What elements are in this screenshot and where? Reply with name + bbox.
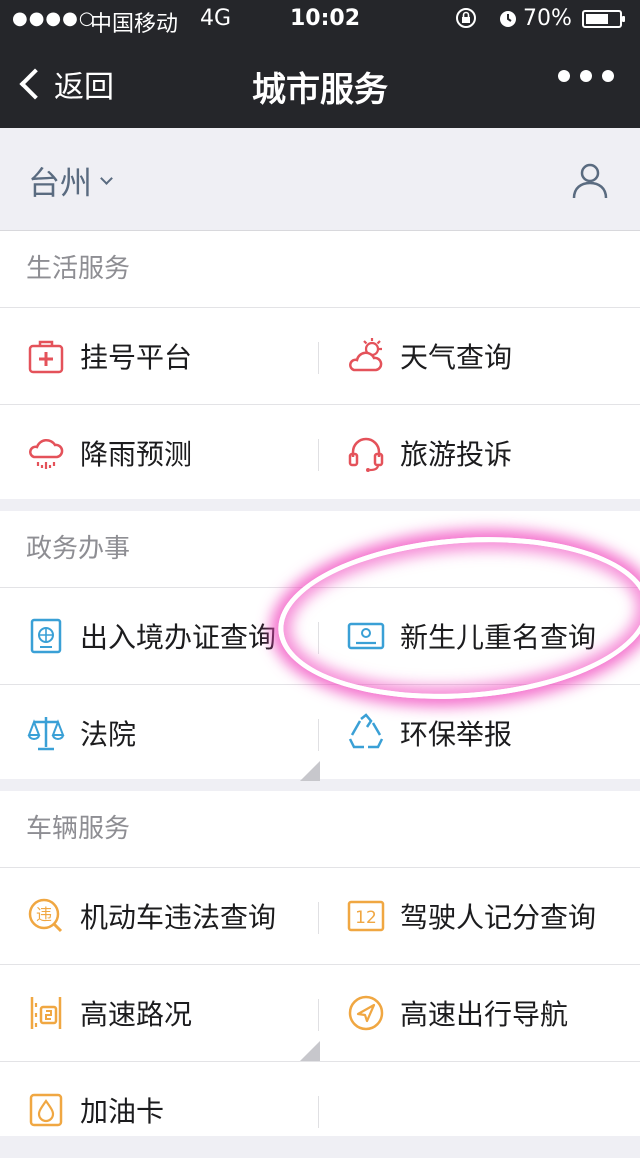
highway-icon <box>30 997 62 1029</box>
service-weather[interactable]: 天气查询 <box>320 308 640 404</box>
service-label: 降雨预测 <box>80 438 193 471</box>
section-government-affairs: 政务办事 出入境办证查询 新生儿重名查询 法院 环保举报 <box>0 511 640 781</box>
service-highway-traffic[interactable]: 高速路况 <box>0 965 320 1061</box>
fuel-card-icon <box>29 1093 63 1127</box>
service-newborn-name-check[interactable]: 新生儿重名查询 <box>320 588 640 684</box>
service-travel-complaint[interactable]: 旅游投诉 <box>320 405 640 501</box>
section-vehicle-services: 车辆服务 违 机动车违法查询 12 驾驶人记分查询 高速路况 高速出行导航 加油… <box>0 791 640 1136</box>
violation-icon: 违 <box>28 898 63 933</box>
service-fuel-card[interactable]: 加油卡 <box>0 1062 320 1158</box>
divider <box>318 1096 319 1128</box>
section-title: 车辆服务 <box>0 791 640 868</box>
rotation-lock-icon <box>456 8 476 28</box>
service-label: 高速路况 <box>80 998 193 1031</box>
battery-percent: 70% <box>523 6 572 31</box>
service-row: 违 机动车违法查询 12 驾驶人记分查询 <box>0 868 640 965</box>
divider <box>318 439 319 471</box>
service-driver-score[interactable]: 12 驾驶人记分查询 <box>320 868 640 964</box>
page-title: 城市服务 <box>252 70 388 110</box>
rain-icon <box>29 438 64 469</box>
chevron-down-icon <box>100 171 113 185</box>
fold-corner <box>300 761 320 781</box>
service-row: 挂号平台 天气查询 <box>0 308 640 405</box>
alarm-icon <box>499 11 516 27</box>
service-label: 天气查询 <box>400 341 513 374</box>
service-environmental-report[interactable]: 环保举报 <box>320 685 640 781</box>
id-card-icon <box>347 622 385 650</box>
hospital-icon <box>28 340 64 374</box>
recycle-icon <box>348 713 384 749</box>
service-label: 驾驶人记分查询 <box>400 901 597 934</box>
city-selector[interactable]: 台州 <box>28 158 113 204</box>
service-label: 高速出行导航 <box>400 998 569 1031</box>
svg-text:违: 违 <box>36 905 52 924</box>
score-icon: 12 <box>347 900 385 932</box>
service-label: 环保举报 <box>400 718 513 751</box>
network-type: 4G <box>200 6 232 31</box>
service-row: 加油卡 <box>0 1062 640 1158</box>
battery-icon <box>582 10 625 28</box>
service-label: 新生儿重名查询 <box>400 621 597 654</box>
status-bar: ●●●●○ 中国移动 4G 10:02 70% <box>0 0 640 40</box>
more-dot-icon <box>602 70 614 82</box>
user-profile-icon[interactable] <box>570 160 610 200</box>
service-row: 法院 环保举报 <box>0 685 640 781</box>
svg-text:12: 12 <box>355 908 377 928</box>
service-vehicle-violation[interactable]: 违 机动车违法查询 <box>0 868 320 964</box>
divider <box>318 342 319 374</box>
service-rain-forecast[interactable]: 降雨预测 <box>0 405 320 501</box>
weather-icon <box>349 338 383 372</box>
service-highway-navigation[interactable]: 高速出行导航 <box>320 965 640 1061</box>
divider <box>318 622 319 654</box>
divider <box>318 999 319 1031</box>
divider <box>318 902 319 934</box>
service-exit-entry-permit[interactable]: 出入境办证查询 <box>0 588 320 684</box>
more-dot-icon <box>558 70 570 82</box>
service-row: 高速路况 高速出行导航 <box>0 965 640 1062</box>
service-label: 旅游投诉 <box>400 438 513 471</box>
section-title: 生活服务 <box>0 231 640 308</box>
city-bar: 台州 <box>0 128 640 231</box>
section-title: 政务办事 <box>0 511 640 588</box>
service-label: 挂号平台 <box>80 341 193 374</box>
service-label: 法院 <box>80 718 137 751</box>
navigation-icon <box>348 995 384 1031</box>
top-bar: ●●●●○ 中国移动 4G 10:02 70% 返回 城市服务 <box>0 0 640 128</box>
signal-strength: ●●●●○ <box>12 8 96 29</box>
navigation-bar: 返回 城市服务 <box>0 40 640 128</box>
status-time: 10:02 <box>290 6 361 31</box>
status-icons <box>455 7 519 29</box>
service-label: 出入境办证查询 <box>80 621 277 654</box>
scales-icon <box>27 717 65 751</box>
city-name: 台州 <box>28 164 93 202</box>
more-button[interactable] <box>558 70 614 82</box>
more-dot-icon <box>580 70 592 82</box>
passport-icon <box>30 618 62 654</box>
service-label: 加油卡 <box>80 1095 165 1128</box>
service-court[interactable]: 法院 <box>0 685 320 781</box>
divider <box>318 719 319 751</box>
section-life-services: 生活服务 挂号平台 天气查询 降雨预测 旅游投诉 <box>0 231 640 499</box>
headset-icon <box>348 437 384 472</box>
service-hospital-registration[interactable]: 挂号平台 <box>0 308 320 404</box>
carrier-name: 中国移动 <box>90 12 179 37</box>
service-row: 出入境办证查询 新生儿重名查询 <box>0 588 640 685</box>
fold-corner <box>300 1041 320 1061</box>
service-label: 机动车违法查询 <box>80 901 277 934</box>
service-row: 降雨预测 旅游投诉 <box>0 405 640 501</box>
